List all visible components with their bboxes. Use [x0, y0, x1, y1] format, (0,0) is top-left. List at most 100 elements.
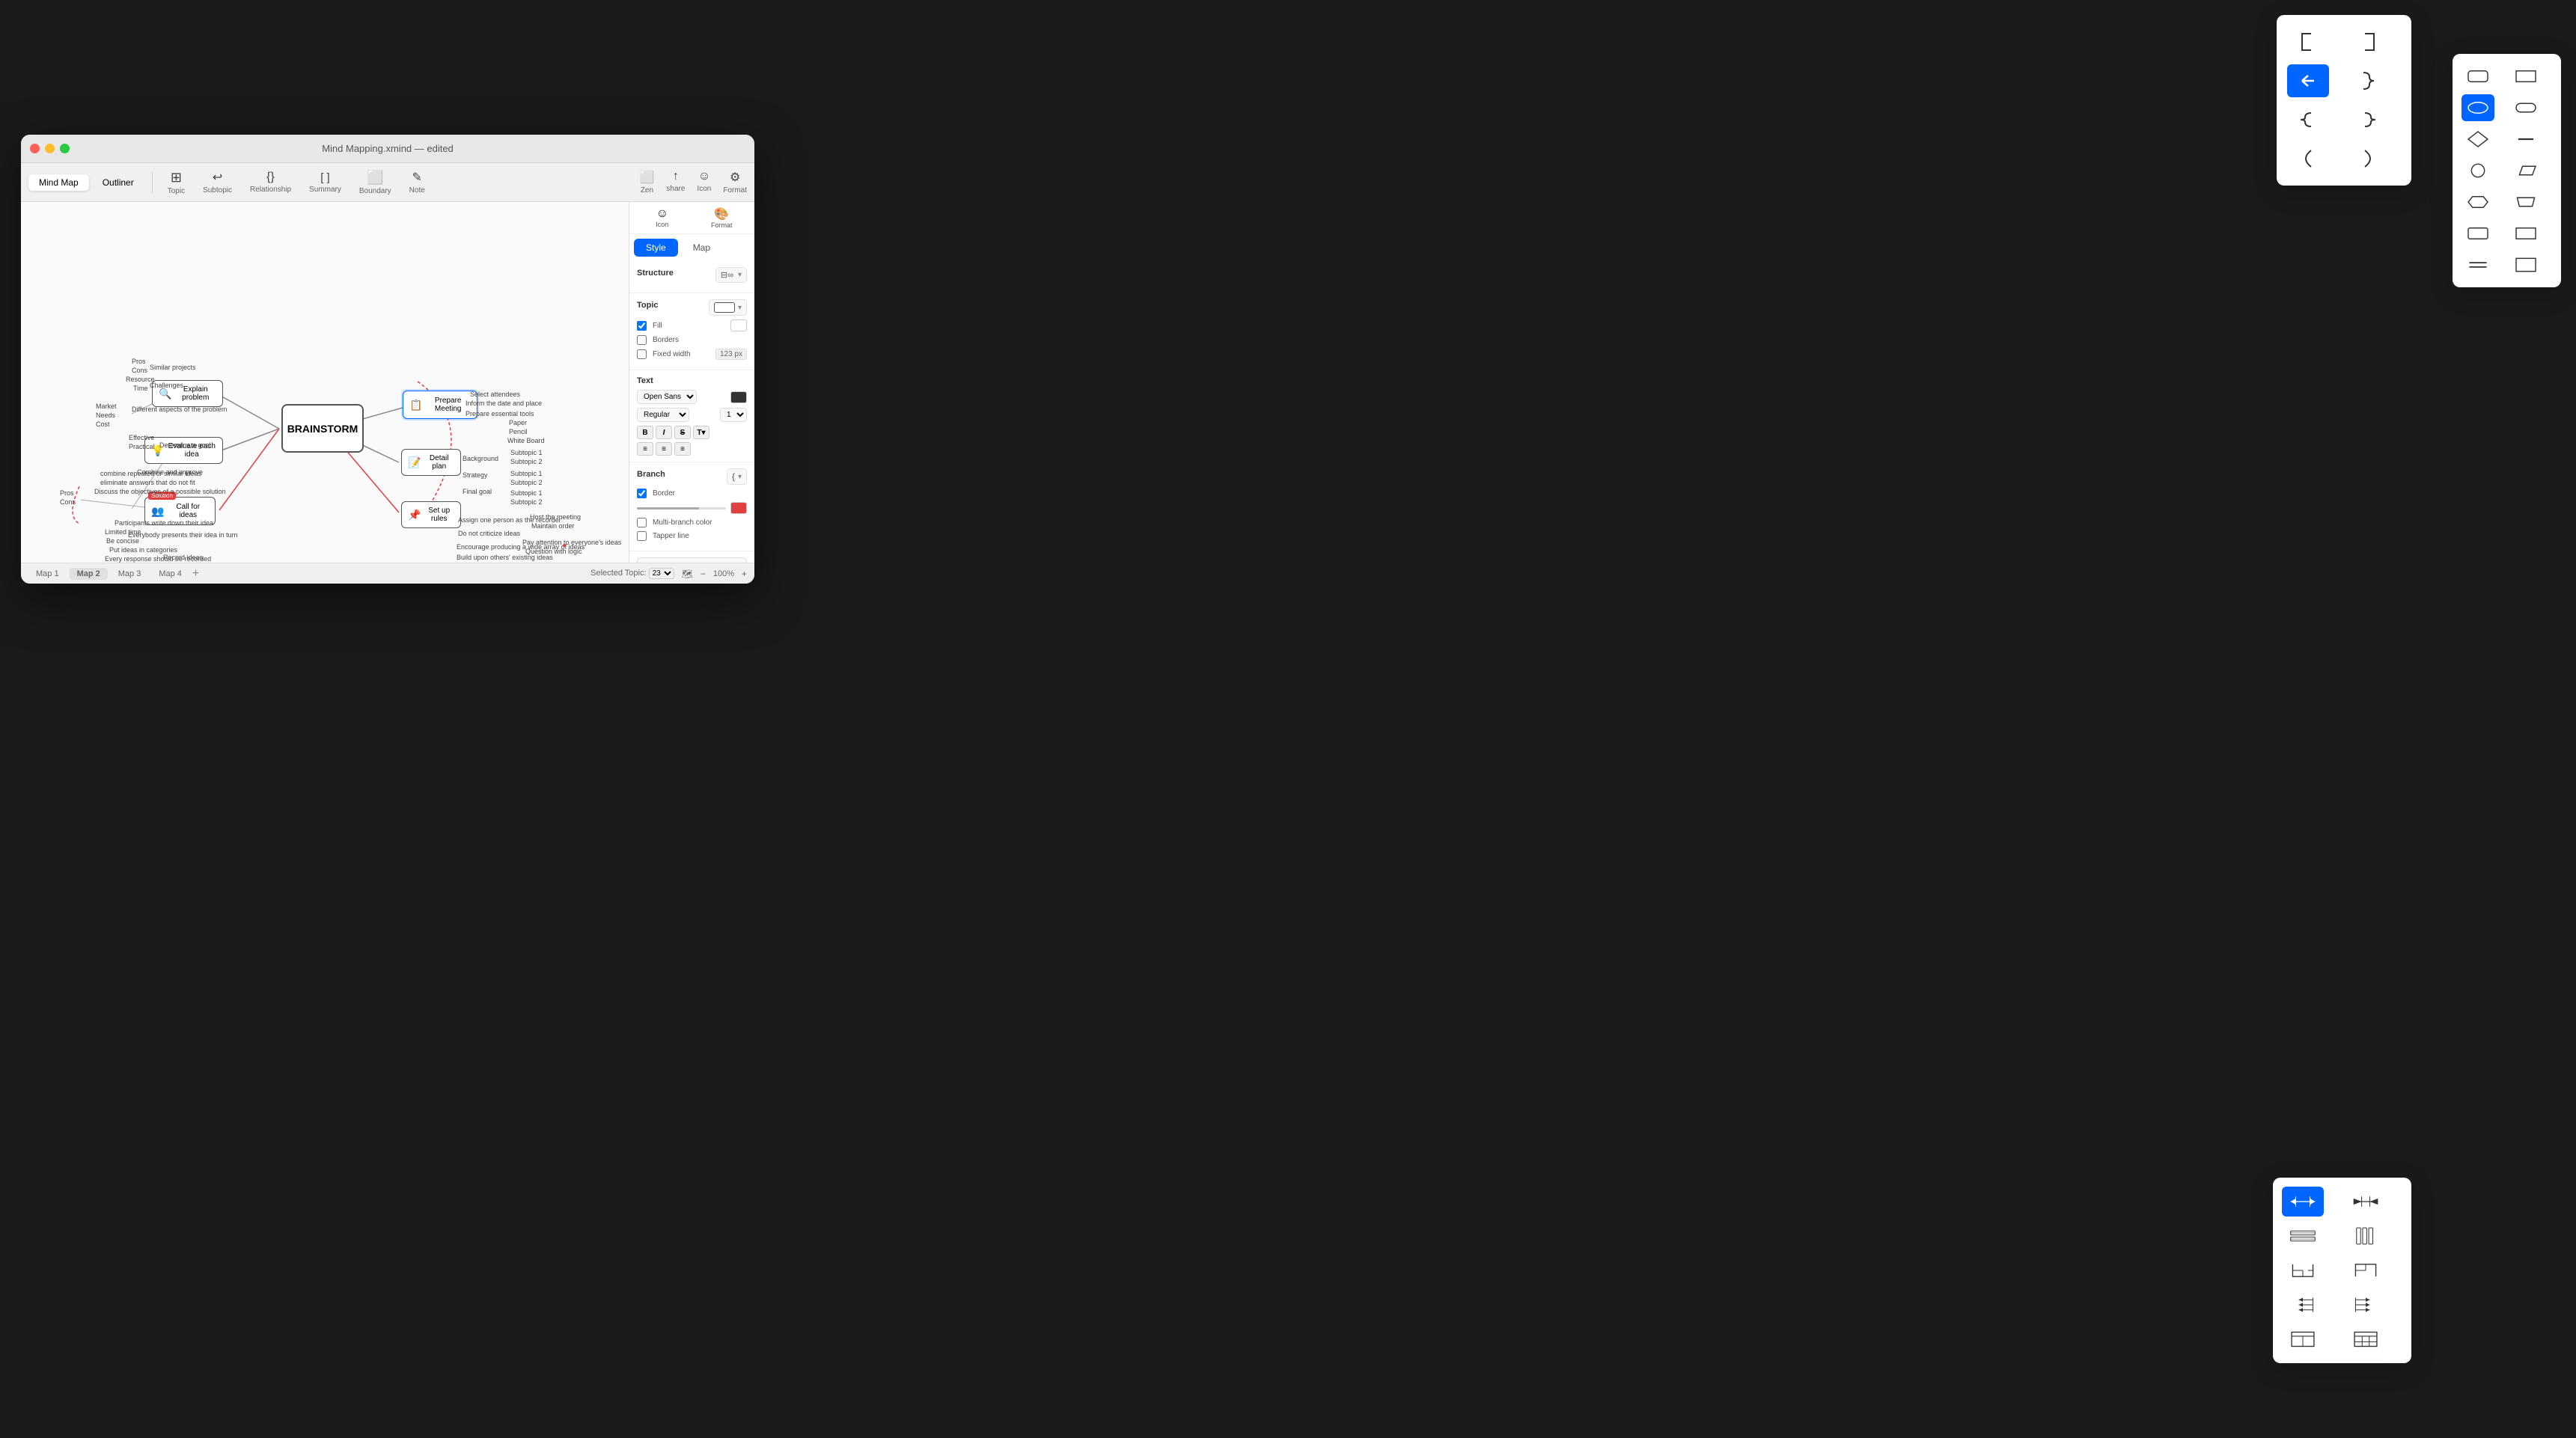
shape-circle[interactable] [2461, 157, 2494, 184]
shape-table-2[interactable] [2282, 1324, 2324, 1354]
bracket-right-top-svg [2354, 31, 2381, 53]
shape-dash[interactable] [2509, 126, 2542, 153]
shape-ellipse[interactable] [2461, 94, 2494, 121]
text-diff-aspects: Different aspects of the problem [132, 406, 227, 413]
topic-control[interactable]: ▾ [709, 299, 747, 316]
weight-select[interactable]: Regular [637, 408, 689, 422]
selected-count-select[interactable]: 23 [649, 568, 674, 579]
shape-parallelogram[interactable] [2509, 157, 2542, 184]
shape-triple-v[interactable] [2345, 1221, 2387, 1251]
map-tab-1[interactable]: Map 1 [28, 568, 67, 580]
fixed-width-checkbox[interactable] [637, 349, 647, 359]
shape-bowtie[interactable] [2345, 1187, 2387, 1217]
node-set-up-rules[interactable]: 📌 Set up rules [401, 501, 461, 528]
shape-bracket-left-top[interactable] [2287, 25, 2329, 58]
shape-double-dash[interactable] [2461, 251, 2494, 278]
shape-diamond[interactable] [2461, 126, 2494, 153]
bold-button[interactable]: B [637, 426, 653, 439]
node-detail-plan[interactable]: 📝 Detail plan [401, 449, 461, 476]
right-panel: ☺ Icon 🎨 Format Style Map Structure ⊟∞ [629, 202, 754, 563]
status-right: Selected Topic: 23 🗺 − 100% + [590, 568, 747, 579]
shape-table-3[interactable] [2345, 1324, 2387, 1354]
shape-arrow-multi-r[interactable] [2345, 1290, 2387, 1320]
close-button[interactable] [30, 144, 40, 153]
shape-bracket-t[interactable] [2282, 1255, 2324, 1285]
shape-arc-right[interactable] [2347, 142, 2389, 175]
tool-relationship[interactable]: {} Relationship [242, 168, 299, 197]
tool-boundary[interactable]: ⬜ Boundary [352, 167, 399, 198]
shape-stadium[interactable] [2509, 94, 2542, 121]
shape-rect2[interactable] [2509, 220, 2542, 247]
tool-zen[interactable]: ⬜ Zen [639, 170, 654, 195]
fill-row: Fill [637, 319, 747, 331]
align-right-button[interactable]: ≡ [674, 442, 691, 456]
format-tab[interactable]: 🎨 Format [695, 206, 749, 229]
tool-note[interactable]: ✎ Note [402, 167, 433, 198]
canvas[interactable]: BRAINSTORM 📋 Prepare Meeting 📝 Detail pl… [21, 202, 629, 563]
shape-bracket-b[interactable] [2345, 1255, 2387, 1285]
border-checkbox[interactable] [637, 489, 647, 498]
tab-outliner[interactable]: Outliner [92, 174, 144, 191]
shape-rect[interactable] [2509, 63, 2542, 90]
zoom-in-button[interactable]: + [742, 569, 747, 579]
tool-subtopic[interactable]: ↩ Subtopic [195, 167, 239, 198]
branch-control[interactable]: { ▾ [727, 468, 747, 485]
style-tab[interactable]: Style [634, 239, 678, 257]
text-eliminate: eliminate answers that do not fit [100, 479, 195, 486]
text-prepare-tools: Prepare essential tools [466, 410, 534, 417]
shape-arrow-left[interactable] [2287, 64, 2329, 97]
multi-branch-checkbox[interactable] [637, 518, 647, 527]
minimize-button[interactable] [45, 144, 55, 153]
shape-hexagon[interactable] [2461, 189, 2494, 215]
maximize-button[interactable] [60, 144, 70, 153]
branch-color[interactable] [730, 502, 747, 514]
tab-mindmap[interactable]: Mind Map [28, 174, 89, 191]
tool-format[interactable]: ⚙ Format [723, 170, 747, 195]
reset-style-button[interactable]: RESET STYLE [637, 557, 747, 563]
tool-share[interactable]: ↑ share [666, 170, 685, 195]
tool-topic[interactable]: ⊞ Topic [160, 167, 192, 198]
tool-icon[interactable]: ☺ Icon [697, 170, 711, 195]
text-color[interactable] [730, 391, 747, 403]
map-tab-2[interactable]: Map 2 [70, 568, 108, 580]
shape-rect3[interactable] [2509, 251, 2542, 278]
align-left-button[interactable]: ≡ [637, 442, 653, 456]
node-brainstorm[interactable]: BRAINSTORM [281, 404, 364, 453]
shape-triple-h[interactable] [2282, 1221, 2324, 1251]
add-map-button[interactable]: + [192, 567, 199, 581]
shape-double-arrow-h[interactable] [2282, 1187, 2324, 1217]
map-tab-3[interactable]: Map 3 [111, 568, 149, 580]
subtopic-label: Subtopic [203, 186, 232, 195]
shape-curly-right[interactable] [2347, 64, 2389, 97]
shape-rounded-rect[interactable] [2461, 63, 2494, 90]
fill-color[interactable] [730, 319, 747, 331]
tool-summary[interactable]: [ ] Summary [302, 168, 349, 197]
structure-control[interactable]: ⊟∞ ▾ [715, 267, 747, 283]
map-tab-4[interactable]: Map 4 [151, 568, 189, 580]
icon-tab[interactable]: ☺ Icon [635, 207, 689, 228]
borders-checkbox[interactable] [637, 335, 647, 345]
map-tab[interactable]: Map [681, 239, 722, 257]
tapper-checkbox[interactable] [637, 531, 647, 541]
fill-checkbox[interactable] [637, 321, 647, 331]
format-icon: ⚙ [730, 170, 740, 185]
shape-fork-left[interactable] [2287, 103, 2329, 136]
align-center-button[interactable]: ≡ [656, 442, 672, 456]
align-row: ≡ ≡ ≡ [637, 442, 747, 456]
size-select[interactable]: 11 [720, 408, 747, 422]
format-label: Format [723, 186, 747, 195]
border-slider[interactable] [637, 507, 726, 510]
shape-fork-right[interactable] [2347, 103, 2389, 136]
rect2-svg [2514, 224, 2538, 243]
shape-arc-left[interactable] [2287, 142, 2329, 175]
zoom-out-button[interactable]: − [701, 569, 706, 579]
shape-bracket-right-top[interactable] [2347, 25, 2389, 58]
text-style-button[interactable]: T▾ [693, 426, 709, 439]
strikethrough-button[interactable]: S [674, 426, 691, 439]
shape-trapezoid[interactable] [2509, 189, 2542, 215]
italic-button[interactable]: I [656, 426, 672, 439]
shape-arrow-multi-l[interactable] [2282, 1290, 2324, 1320]
border-color-row [637, 502, 747, 514]
font-select[interactable]: Open Sans [637, 390, 697, 404]
shape-rounded-rect2[interactable] [2461, 220, 2494, 247]
